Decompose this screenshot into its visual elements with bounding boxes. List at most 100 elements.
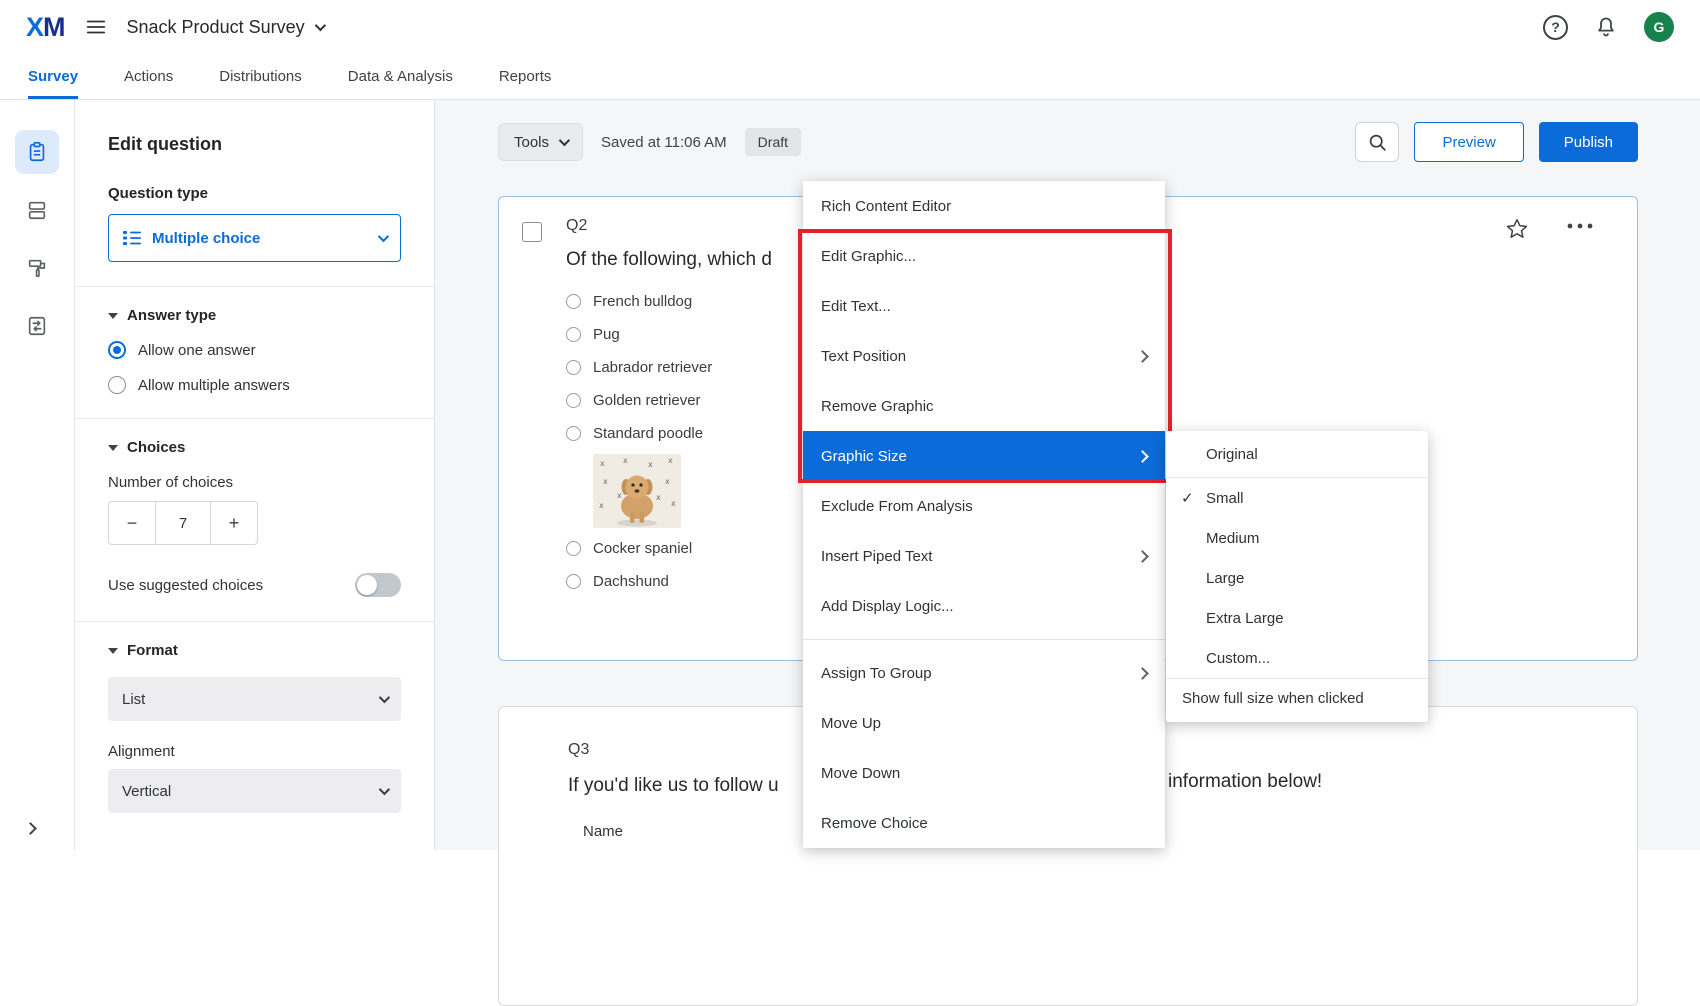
svg-text:x: x [668, 456, 673, 465]
answer-option-one[interactable]: Allow one answer [108, 341, 401, 359]
format-section-header[interactable]: Format [108, 642, 401, 659]
multiple-choice-icon [123, 230, 141, 246]
choice-option[interactable]: Cocker spaniel [566, 540, 772, 557]
tab-survey[interactable]: Survey [28, 54, 78, 99]
choice-option[interactable]: Dachshund [566, 573, 772, 590]
submenu-item-show-full-size[interactable]: Show full size when clicked [1166, 679, 1428, 720]
menu-divider [803, 639, 1165, 640]
menu-item-add-display-logic[interactable]: Add Display Logic... [803, 581, 1165, 631]
submenu-item-medium[interactable]: Medium [1166, 518, 1428, 558]
menu-item-insert-piped-text[interactable]: Insert Piped Text [803, 531, 1165, 581]
submenu-item-original[interactable]: Original [1166, 431, 1428, 477]
answer-option-multiple[interactable]: Allow multiple answers [108, 376, 401, 394]
menu-item-move-up[interactable]: Move Up [803, 698, 1165, 748]
radio-selected[interactable] [108, 341, 126, 359]
menu-item-rich-content-editor[interactable]: Rich Content Editor [803, 181, 1165, 231]
choices-count-value: 7 [155, 502, 211, 544]
choice-option[interactable]: French bulldog [566, 293, 772, 310]
canvas-toolbar: Tools Saved at 11:06 AM Draft Preview Pu… [498, 122, 1638, 162]
menu-item-assign-to-group[interactable]: Assign To Group [803, 648, 1165, 698]
tab-actions[interactable]: Actions [124, 54, 173, 99]
menu-item-edit-text[interactable]: Edit Text... [803, 281, 1165, 331]
svg-text:x: x [671, 499, 676, 508]
question-type-select[interactable]: Multiple choice [108, 214, 401, 262]
xm-logo[interactable]: XM [26, 12, 65, 43]
choice-option[interactable]: Labrador retriever [566, 359, 772, 376]
radio-unselected[interactable] [108, 376, 126, 394]
menu-item-exclude-from-analysis[interactable]: Exclude From Analysis [803, 481, 1165, 531]
choice-option[interactable]: Pug [566, 326, 772, 343]
survey-flow-icon[interactable] [15, 304, 59, 348]
caret-down-icon [108, 313, 118, 319]
paint-roller-icon[interactable] [15, 246, 59, 290]
suggested-choices-toggle[interactable] [355, 573, 401, 597]
annotated-menu-group: Edit Graphic... Edit Text... Text Positi… [803, 231, 1165, 481]
menu-item-graphic-size[interactable]: Graphic Size [803, 431, 1165, 481]
menu-item-remove-choice[interactable]: Remove Choice [803, 798, 1165, 848]
tab-reports[interactable]: Reports [499, 54, 552, 99]
svg-text:x: x [656, 493, 661, 502]
notifications-bell-icon[interactable] [1594, 15, 1618, 39]
question-type-value: Multiple choice [152, 230, 260, 247]
choice-radio[interactable] [566, 327, 581, 342]
alignment-label: Alignment [108, 743, 401, 760]
submenu-item-large[interactable]: Large [1166, 558, 1428, 598]
publish-button[interactable]: Publish [1539, 122, 1638, 162]
star-icon[interactable] [1505, 217, 1529, 241]
alignment-select[interactable]: Vertical [108, 769, 401, 813]
expand-panel-chevron-icon[interactable] [26, 820, 35, 838]
hamburger-menu-icon[interactable] [85, 16, 107, 38]
left-icon-rail [0, 100, 75, 850]
svg-text:x: x [603, 477, 608, 486]
graphic-size-submenu: Original ✓Small Medium Large Extra Large… [1166, 431, 1428, 722]
chevron-down-icon [559, 135, 570, 146]
chevron-down-icon [379, 784, 390, 795]
svg-text:x: x [623, 456, 628, 465]
chevron-down-icon [314, 20, 325, 31]
edit-question-panel: Edit question Question type Multiple cho… [75, 100, 435, 850]
blocks-icon[interactable] [15, 188, 59, 232]
divider [75, 286, 434, 287]
choice-option[interactable]: Standard poodle [566, 425, 772, 442]
answer-type-section-header[interactable]: Answer type [108, 307, 401, 324]
top-bar: XM Snack Product Survey ? G [0, 0, 1700, 54]
choice-radio[interactable] [566, 574, 581, 589]
choice-radio[interactable] [566, 393, 581, 408]
help-icon[interactable]: ? [1543, 15, 1568, 40]
context-menu: Rich Content Editor Edit Graphic... Edit… [803, 181, 1165, 848]
overflow-menu-icon[interactable] [1567, 223, 1593, 229]
caret-down-icon [108, 648, 118, 654]
menu-item-move-down[interactable]: Move Down [803, 748, 1165, 798]
choice-radio[interactable] [566, 426, 581, 441]
submenu-item-custom[interactable]: Custom... [1166, 638, 1428, 678]
choice-radio[interactable] [566, 541, 581, 556]
avatar[interactable]: G [1644, 12, 1674, 42]
format-select[interactable]: List [108, 677, 401, 721]
survey-title-text: Snack Product Survey [127, 17, 305, 38]
decrement-button[interactable]: − [109, 502, 155, 544]
question-type-label: Question type [108, 185, 401, 202]
question-text[interactable]: Of the following, which d [566, 249, 772, 271]
choices-section-header[interactable]: Choices [108, 439, 401, 456]
preview-button[interactable]: Preview [1414, 122, 1523, 162]
submenu-item-extra-large[interactable]: Extra Large [1166, 598, 1428, 638]
menu-item-edit-graphic[interactable]: Edit Graphic... [803, 231, 1165, 281]
increment-button[interactable]: + [211, 502, 257, 544]
tools-button[interactable]: Tools [498, 123, 583, 161]
choice-radio[interactable] [566, 360, 581, 375]
menu-item-remove-graphic[interactable]: Remove Graphic [803, 381, 1165, 431]
search-button[interactable] [1355, 122, 1399, 162]
submenu-item-small[interactable]: ✓Small [1166, 478, 1428, 518]
svg-text:x: x [600, 459, 605, 468]
svg-text:x: x [599, 501, 604, 510]
choice-option[interactable]: Golden retriever [566, 392, 772, 409]
tab-data-analysis[interactable]: Data & Analysis [348, 54, 453, 99]
survey-builder-icon[interactable] [15, 130, 59, 174]
menu-item-text-position[interactable]: Text Position [803, 331, 1165, 381]
survey-title-dropdown[interactable]: Snack Product Survey [127, 17, 323, 38]
choice-radio[interactable] [566, 294, 581, 309]
standard-poodle-photo[interactable]: xxxx xxxx xx [593, 454, 681, 528]
question-checkbox[interactable] [522, 222, 542, 242]
caret-down-icon [108, 445, 118, 451]
tab-distributions[interactable]: Distributions [219, 54, 302, 99]
